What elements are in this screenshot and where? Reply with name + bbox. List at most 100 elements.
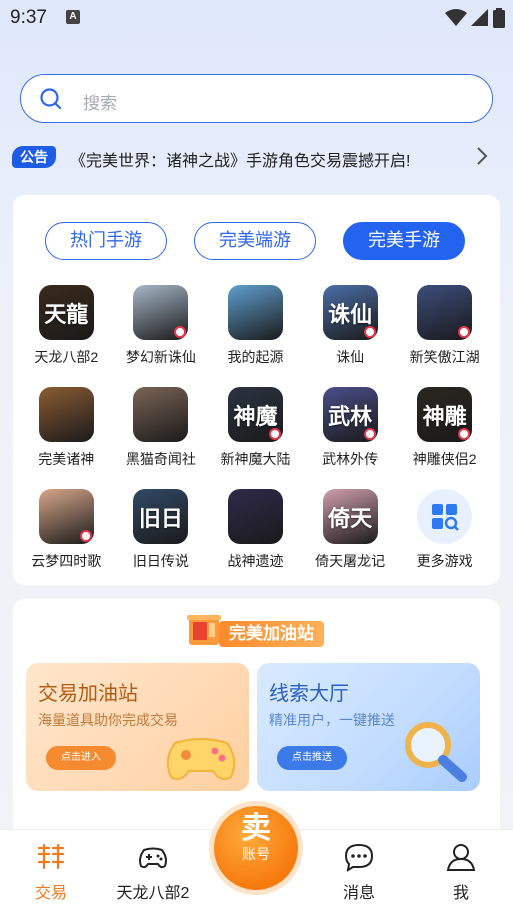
- clue-hall-title: 线索大厅: [269, 683, 349, 705]
- category-tabs: 热门手游 完美端游 完美手游: [45, 222, 465, 260]
- trade-station-subtitle: 海量道具助你完成交易: [38, 712, 178, 728]
- game-icon: 诛仙: [322, 285, 378, 340]
- game-item[interactable]: 我的起源: [208, 285, 303, 367]
- game-logo-text: [39, 387, 94, 442]
- game-name: 武林外传: [322, 451, 379, 467]
- search-input[interactable]: 搜索: [20, 74, 493, 123]
- tabbar-item-me[interactable]: 我: [416, 842, 506, 903]
- game-logo-text: 倚天: [328, 505, 373, 531]
- platform-badge-icon: [268, 428, 281, 440]
- trade-station-panel[interactable]: 交易加油站 海量道具助你完成交易 点击进入: [26, 663, 249, 791]
- announcement-bar[interactable]: 公告 《完美世界：诸神之战》手游角色交易震撼开启!: [12, 142, 502, 172]
- status-time: 9:37: [10, 7, 47, 28]
- game-icon: [227, 489, 283, 544]
- game-icon: 倚天: [322, 489, 378, 544]
- tabbar-label-me: 我: [452, 885, 469, 902]
- game-name: 更多游戏: [416, 553, 473, 569]
- game-item[interactable]: 神魔 新神魔大陆: [208, 387, 303, 469]
- more-games-item[interactable]: 更多游戏: [397, 489, 492, 571]
- game-icon: 天龍: [38, 285, 94, 340]
- search-icon: [40, 88, 62, 110]
- game-item[interactable]: 黑猫奇闻社: [114, 387, 209, 469]
- game-name: 黑猫奇闻社: [125, 451, 196, 467]
- game-name: 新神魔大陆: [220, 451, 291, 467]
- clue-hall-subtitle: 精准用户，一键推送: [269, 712, 395, 728]
- tabbar-item-messages[interactable]: 消息: [314, 842, 404, 903]
- game-name: 天龙八部2: [34, 349, 99, 365]
- game-item[interactable]: 梦幻新诛仙: [114, 285, 209, 367]
- sell-sub-label: 账号: [242, 846, 270, 862]
- game-item[interactable]: 云梦四时歌: [19, 489, 114, 571]
- signal-icon: [471, 9, 488, 26]
- enter-button[interactable]: 点击进入: [46, 746, 116, 770]
- game-icon: 神雕: [417, 387, 473, 442]
- game-grid: 天龍 天龙八部2 梦幻新诛仙 我的起源 诛仙 诛仙 新笑傲江湖 完美诸神 黑猫奇闻社 神魔 新神魔大…: [13, 285, 500, 571]
- tabbar-label-trade: 交易: [34, 885, 67, 902]
- magnifier-illustration-icon: [405, 722, 467, 782]
- sell-account-button[interactable]: 卖 账号: [214, 806, 298, 890]
- trade-station-title: 交易加油站: [38, 683, 138, 705]
- game-item[interactable]: 完美诸神: [19, 387, 114, 469]
- battery-icon: [493, 8, 505, 28]
- game-item[interactable]: 诛仙 诛仙: [303, 285, 398, 367]
- platform-badge-icon: [79, 530, 92, 542]
- game-name: 完美诸神: [38, 451, 95, 467]
- tabbar-item-trade[interactable]: 交易: [6, 842, 96, 903]
- game-logo-text: [228, 285, 283, 340]
- game-name: 诛仙: [336, 349, 365, 365]
- gas-station-icon: [187, 615, 221, 645]
- wifi-icon: [445, 9, 467, 26]
- tab-pc-games[interactable]: 完美端游: [194, 222, 316, 260]
- chat-icon: [344, 843, 374, 872]
- game-name: 云梦四时歌: [31, 553, 102, 569]
- game-item[interactable]: 战神遗迹: [208, 489, 303, 571]
- game-name: 梦幻新诛仙: [125, 349, 196, 365]
- game-item[interactable]: 新笑傲江湖: [397, 285, 492, 367]
- notification-icon: A: [66, 10, 80, 24]
- platform-badge-icon: [363, 326, 376, 338]
- game-name: 倚天屠龙记: [315, 553, 386, 569]
- game-icon: [227, 285, 283, 340]
- gamepad-icon: [139, 847, 167, 869]
- game-name: 战神遗迹: [227, 553, 284, 569]
- tabbar-label-messages: 消息: [342, 885, 375, 902]
- sell-main-label: 卖: [241, 812, 271, 845]
- game-item[interactable]: 神雕 神雕侠侣2: [397, 387, 492, 469]
- game-icon: [133, 285, 189, 340]
- tabbar-item-game[interactable]: 天龙八部2: [108, 842, 198, 903]
- push-button[interactable]: 点击推送: [277, 746, 347, 770]
- game-logo-text: [228, 489, 283, 544]
- game-icon: [133, 387, 189, 442]
- status-icons: [445, 8, 505, 28]
- bottom-tab-bar: 交易 天龙八部2 卖 账号 消息 我: [0, 806, 513, 913]
- game-icon: [38, 489, 94, 544]
- chevron-right-icon[interactable]: [476, 146, 488, 166]
- clue-hall-panel[interactable]: 线索大厅 精准用户，一键推送 点击推送: [257, 663, 480, 791]
- tab-hot-mobile[interactable]: 热门手游: [45, 222, 167, 260]
- gamepad-illustration-icon: [166, 738, 236, 780]
- game-logo-text: 旧日: [138, 505, 183, 531]
- game-item[interactable]: 倚天 倚天屠龙记: [303, 489, 398, 571]
- announcement-badge: 公告: [12, 146, 56, 168]
- game-icon: 旧日: [133, 489, 189, 544]
- trade-icon: [37, 843, 65, 870]
- game-logo-text: 天龍: [44, 301, 89, 327]
- tabbar-label-game: 天龙八部2: [116, 885, 190, 902]
- game-icon: 神魔: [227, 387, 283, 442]
- station-card: 完美加油站 交易加油站 海量道具助你完成交易 点击进入 线索大厅 精准用户，一键…: [13, 599, 500, 839]
- game-selector-card: 热门手游 完美端游 完美手游 天龍 天龙八部2 梦幻新诛仙 我的起源 诛仙 诛仙 新笑傲江湖…: [13, 195, 500, 585]
- game-icon: 武林: [322, 387, 378, 442]
- game-item[interactable]: 武林 武林外传: [303, 387, 398, 469]
- announcement-text: 《完美世界：诸神之战》手游角色交易震撼开启!: [70, 153, 411, 170]
- game-logo-text: [133, 387, 188, 442]
- station-title: 完美加油站: [219, 621, 324, 647]
- game-item[interactable]: 旧日 旧日传说: [114, 489, 209, 571]
- game-icon: [38, 387, 94, 442]
- game-name: 新笑傲江湖: [409, 349, 480, 365]
- game-name: 旧日传说: [132, 553, 189, 569]
- person-icon: [446, 844, 476, 871]
- game-item[interactable]: 天龍天龙八部2: [19, 285, 114, 367]
- tab-perfect-mobile[interactable]: 完美手游: [343, 222, 465, 260]
- platform-badge-icon: [363, 428, 376, 440]
- search-placeholder: 搜索: [83, 94, 117, 113]
